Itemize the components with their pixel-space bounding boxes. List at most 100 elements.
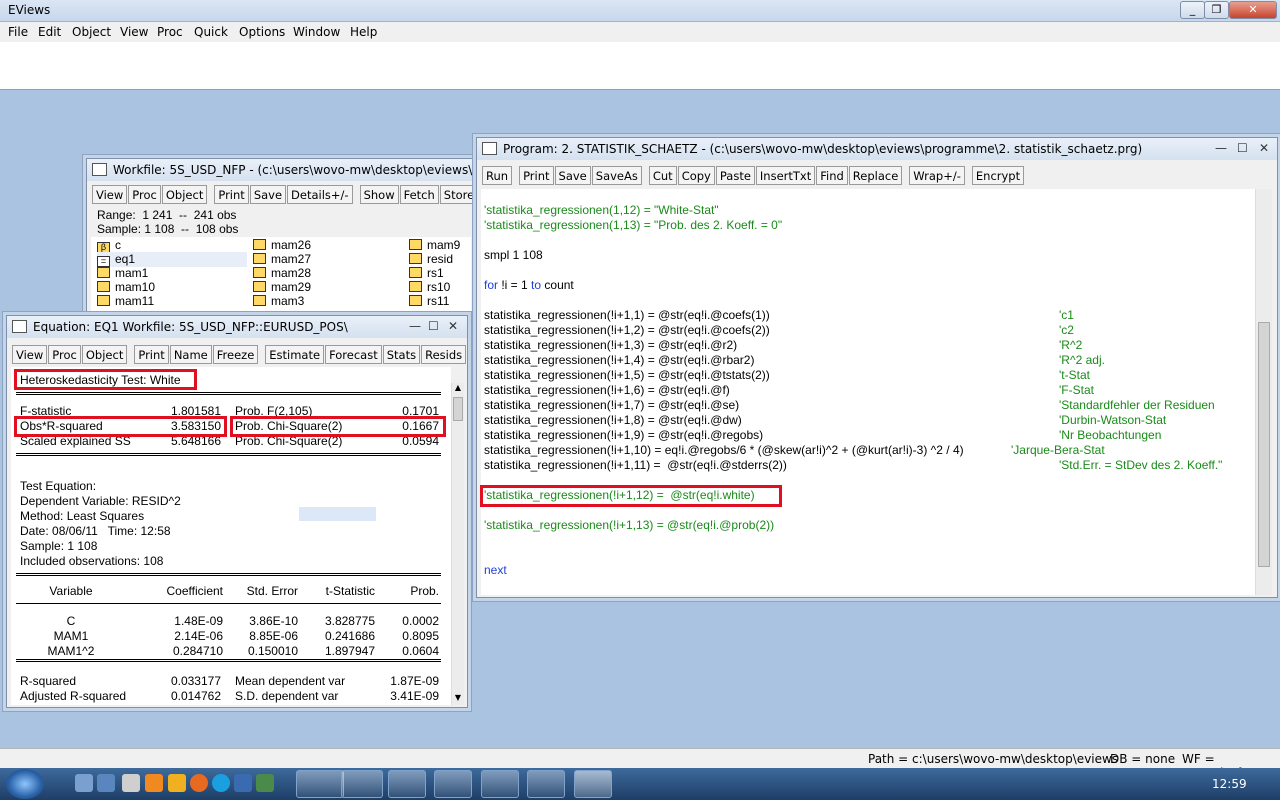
program-scrollbar[interactable] [1255, 189, 1272, 595]
taskbar-item-explorer[interactable] [341, 770, 383, 798]
toolbar-button-copy[interactable]: Copy [677, 166, 715, 185]
toolbar-button-estimate[interactable]: Estimate [265, 345, 325, 364]
workfile-object[interactable]: βc [97, 238, 121, 253]
terminal-icon[interactable] [122, 774, 140, 792]
workfile-object[interactable]: mam27 [253, 252, 311, 266]
menu-quick[interactable]: Quick [194, 25, 228, 39]
toolbar-button-saveas[interactable]: SaveAs [591, 166, 642, 185]
app-icon[interactable] [256, 774, 274, 792]
toolbar-button-forecast[interactable]: Forecast [325, 345, 382, 364]
menu-help[interactable]: Help [350, 25, 377, 39]
workfile-object[interactable]: mam1 [97, 266, 148, 280]
summary-label: Mean dependent var [235, 674, 346, 688]
equation-minimize-button[interactable]: — [409, 319, 421, 333]
program-minimize-button[interactable]: — [1215, 141, 1227, 155]
toolbar-button-paste[interactable]: Paste [715, 166, 755, 185]
vlc-icon[interactable] [145, 774, 163, 792]
menu-view[interactable]: View [120, 25, 148, 39]
equation-title: Equation: EQ1 Workfile: 5S_USD_NFP::EURU… [33, 320, 348, 334]
taskbar-item-acrobat[interactable] [434, 770, 472, 798]
equation-close-button[interactable]: ✕ [448, 319, 458, 333]
workfile-object-label: eq1 [115, 252, 136, 266]
close-button[interactable]: ✕ [1229, 1, 1277, 19]
toolbar-button-show[interactable]: Show [359, 185, 399, 204]
toolbar-button-freeze[interactable]: Freeze [212, 345, 259, 364]
taskbar-item-word[interactable] [388, 770, 426, 798]
equation-scroll-thumb[interactable] [453, 397, 463, 421]
info-line: Sample: 1 108 [20, 539, 98, 553]
equation-scrollbar[interactable]: ▲ ▼ [451, 383, 464, 705]
toolbar-button-wrap[interactable]: Wrap+/- [909, 166, 965, 185]
workfile-object[interactable]: rs11 [409, 294, 449, 308]
restore-button[interactable]: ❐ [1204, 1, 1229, 19]
toolbar-button-view[interactable]: View [12, 345, 48, 364]
program-editor[interactable]: 'statistika_regressionen(1,12) = "White-… [480, 189, 1255, 595]
workfile-object-label: rs1 [427, 266, 444, 280]
toolbar-button-proc[interactable]: Proc [128, 185, 161, 204]
toolbar-button-stats[interactable]: Stats [382, 345, 421, 364]
desktop-icon[interactable] [75, 774, 93, 792]
program-close-button[interactable]: ✕ [1259, 141, 1269, 155]
workfile-object[interactable]: mam10 [97, 280, 155, 294]
toolbar-button-save[interactable]: Save [249, 185, 287, 204]
taskbar-item-tools[interactable] [296, 770, 344, 798]
toolbar-button-replace[interactable]: Replace [848, 166, 903, 185]
toolbar-button-cut[interactable]: Cut [648, 166, 677, 185]
menu-window[interactable]: Window [293, 25, 340, 39]
toolbar-button-object[interactable]: Object [161, 185, 208, 204]
start-button[interactable] [6, 769, 44, 799]
workfile-object[interactable]: = eq1 [97, 252, 247, 267]
minimize-button[interactable]: _ [1180, 1, 1205, 19]
toolbar-button-store[interactable]: Store [439, 185, 479, 204]
series-icon [253, 295, 266, 306]
scroll-up-icon[interactable]: ▲ [453, 383, 463, 395]
menu-edit[interactable]: Edit [38, 25, 61, 39]
workfile-object[interactable]: mam28 [253, 266, 311, 280]
firefox-icon[interactable] [190, 774, 208, 792]
workfile-object[interactable]: rs10 [409, 280, 450, 294]
outlook-icon[interactable] [168, 774, 186, 792]
workfile-object[interactable]: mam3 [253, 294, 304, 308]
workfile-object[interactable]: rs1 [409, 266, 444, 280]
skype-icon[interactable] [212, 774, 230, 792]
program-scroll-thumb[interactable] [1258, 322, 1270, 567]
code-line: 'statistika_regressionen(!i+1,13) = @str… [484, 518, 775, 532]
scroll-down-icon[interactable]: ▼ [453, 693, 463, 705]
toolbar-button-run[interactable]: Run [482, 166, 513, 185]
toolbar-button-fetch[interactable]: Fetch [399, 185, 439, 204]
workfile-object[interactable]: mam29 [253, 280, 311, 294]
workfile-object[interactable]: resid [409, 252, 453, 266]
toolbar-button-resids[interactable]: Resids [421, 345, 467, 364]
toolbar-button-save[interactable]: Save [554, 166, 591, 185]
workfile-object[interactable]: mam9 [409, 238, 460, 252]
menu-file[interactable]: File [8, 25, 28, 39]
toolbar-button-object[interactable]: Object [81, 345, 128, 364]
menu-object[interactable]: Object [72, 25, 111, 39]
workfile-object[interactable]: mam11 [97, 294, 154, 308]
toolbar-button-details[interactable]: Details+/- [287, 185, 353, 204]
toolbar-button-print[interactable]: Print [214, 185, 249, 204]
toolbar-button-name[interactable]: Name [169, 345, 212, 364]
explorer-icon[interactable] [97, 774, 115, 792]
equation-maximize-button[interactable]: ☐ [428, 319, 439, 333]
toolbar-button-find[interactable]: Find [816, 166, 848, 185]
toolbar-button-inserttxt[interactable]: InsertTxt [755, 166, 816, 185]
menu-proc[interactable]: Proc [157, 25, 183, 39]
toolbar-button-proc[interactable]: Proc [48, 345, 81, 364]
toolbar-button-view[interactable]: View [92, 185, 128, 204]
toolbar-button-print[interactable]: Print [134, 345, 169, 364]
workfile-title: Workfile: 5S_USD_NFP - (c:\users\wovo-mw… [113, 163, 473, 177]
toolbar-button-encrypt[interactable]: Encrypt [971, 166, 1025, 185]
workfile-object[interactable]: mam26 [253, 238, 311, 252]
series-icon [253, 267, 266, 278]
menu-options[interactable]: Options [239, 25, 285, 39]
command-window[interactable] [0, 42, 1280, 90]
program-maximize-button[interactable]: ☐ [1237, 141, 1248, 155]
toolbar-button-print[interactable]: Print [519, 166, 554, 185]
taskbar-item-eviews[interactable] [574, 770, 612, 798]
app-icon[interactable] [234, 774, 252, 792]
taskbar-item-firefox[interactable] [527, 770, 565, 798]
series-icon [97, 281, 110, 292]
workfile-object-label: mam3 [271, 294, 305, 308]
taskbar-item-outlook[interactable] [481, 770, 519, 798]
